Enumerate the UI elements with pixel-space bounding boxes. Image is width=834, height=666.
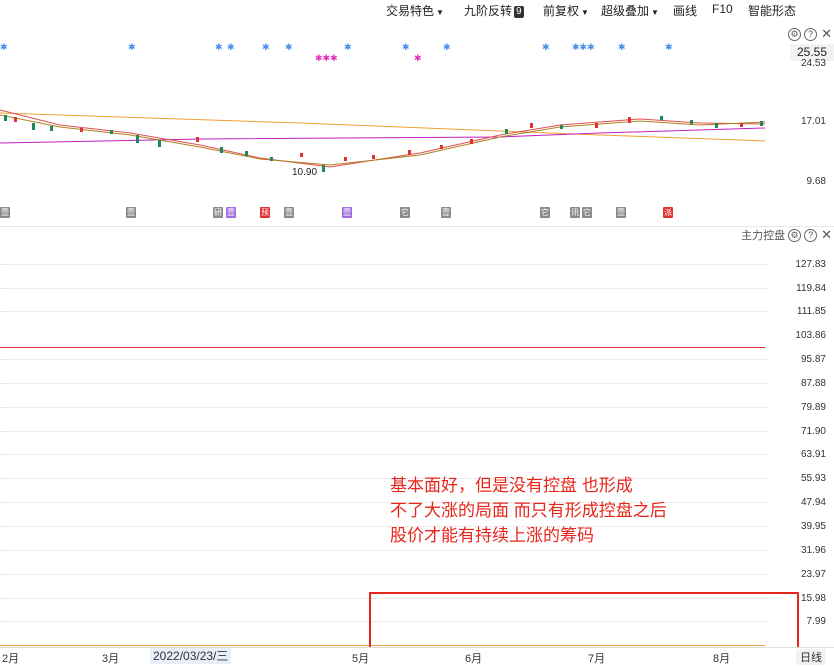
help-icon[interactable]: ? [804, 28, 818, 42]
month-label: 7月 [588, 653, 606, 665]
help-icon[interactable]: ? [804, 229, 818, 243]
event-badge[interactable]: 讯 [570, 207, 580, 218]
indicator-axis-label: 31.96 [800, 545, 826, 556]
star-icon: ✱ [665, 42, 673, 52]
cursor-date: 2022/03/23/三 [150, 648, 232, 664]
event-badge[interactable]: 壹 [284, 207, 294, 218]
star-icon: ✱ [344, 42, 352, 52]
indicator-axis-label: 103.86 [795, 330, 826, 341]
event-badge[interactable]: 它 [582, 207, 592, 218]
star-icon: ✱ [262, 42, 270, 52]
super-overlay-menu[interactable]: 超级叠加 ▼ [601, 2, 659, 19]
star-icon: ✱✱✱ [315, 53, 338, 63]
indicator-axis-label: 119.84 [796, 283, 826, 294]
panel-divider[interactable] [0, 226, 834, 227]
event-badge[interactable]: 壹 [126, 207, 136, 218]
event-badge[interactable]: 研 [213, 207, 223, 218]
ma-orange-line [0, 112, 766, 142]
draw-line-button[interactable]: 画线 [673, 2, 697, 19]
settings-icon[interactable]: ⚙ [788, 229, 802, 243]
nine-step-reversal-button[interactable]: 九阶反转 9 [464, 2, 524, 19]
annotation-line: 股价才能有持续上涨的筹码 [390, 526, 594, 545]
nine-badge: 9 [514, 6, 524, 18]
annotation-line: 基本面好，但是没有控盘 也形成 [390, 476, 633, 495]
price-chart [0, 109, 766, 172]
indicator-axis-label: 71.90 [800, 426, 826, 437]
indicator-panel-header: 主力控盘 ⚙? ✕ [741, 227, 832, 243]
event-badge[interactable]: 壹 [616, 207, 626, 218]
star-icon: ✱ [0, 42, 8, 52]
star-icon: ✱ [618, 42, 626, 52]
month-label: 2月 [2, 653, 20, 665]
event-badge[interactable]: 预 [260, 207, 270, 218]
trading-features-menu[interactable]: 交易特色 ▼ [386, 2, 444, 19]
star-icon: ✱ [128, 42, 136, 52]
chevron-down-icon: ▼ [436, 8, 444, 17]
indicator-axis-label: 95.87 [800, 354, 826, 365]
event-badge[interactable]: 它 [400, 207, 410, 218]
indicator-axis-label: 87.88 [800, 378, 826, 389]
indicator-axis-label: 39.95 [800, 521, 826, 532]
f10-button[interactable]: F10 [712, 2, 733, 16]
chevron-down-icon: ▼ [581, 8, 589, 17]
month-label: 8月 [713, 653, 731, 665]
top-toolbar: 交易特色 ▼ 九阶反转 9 前复权 ▼ 超级叠加 ▼ 画线 F10 智能形态 [0, 0, 834, 20]
indicator-axis-label: 55.93 [800, 473, 826, 484]
price-panel-controls: ⚙? ✕ [785, 26, 832, 42]
month-label: 5月 [352, 653, 370, 665]
indicator-axis-label: 111.85 [796, 306, 826, 317]
price-axis-label: 24.53 [800, 58, 826, 69]
event-badge[interactable]: 它 [540, 207, 550, 218]
month-label: 3月 [102, 653, 120, 665]
star-icon: ✱ [227, 42, 235, 52]
event-badge[interactable]: 壹 [342, 207, 352, 218]
ma-red-line [0, 109, 766, 168]
star-icon: ✱✱✱ [572, 42, 595, 52]
price-axis-label: 9.68 [806, 176, 826, 187]
indicator-title[interactable]: 主力控盘 [741, 230, 785, 242]
event-badge[interactable]: 壹 [226, 207, 236, 218]
ma-purple-line [0, 127, 766, 144]
close-icon[interactable]: ✕ [821, 26, 832, 41]
low-price-label: 10.90 [292, 167, 318, 178]
control-threshold-line [0, 347, 765, 348]
event-badge[interactable]: 壹 [0, 207, 10, 218]
price-axis-label: 17.01 [800, 116, 826, 127]
star-icon: ✱ [414, 53, 422, 63]
event-badge[interactable]: 派 [663, 207, 673, 218]
ma-olive-line [0, 114, 766, 166]
star-icon: ✱ [285, 42, 293, 52]
indicator-axis-label: 127.83 [795, 259, 826, 270]
annotation-text: 基本面好，但是没有控盘 也形成 不了大涨的局面 而只有形成控盘之后 股价才能有持… [390, 473, 667, 548]
event-badge[interactable]: 壹 [441, 207, 451, 218]
annotation-line: 不了大涨的局面 而只有形成控盘之后 [390, 501, 667, 520]
star-icon: ✱ [443, 42, 451, 52]
smart-pattern-button[interactable]: 智能形态 [748, 2, 796, 19]
settings-icon[interactable]: ⚙ [788, 28, 802, 42]
forward-adjust-menu[interactable]: 前复权 ▼ [543, 2, 589, 19]
time-axis: 2月 3月 2022/03/23/三 5月 6月 7月 8月 日线 [0, 647, 834, 665]
star-icon: ✱ [542, 42, 550, 52]
indicator-axis-label: 79.89 [800, 402, 826, 413]
chevron-down-icon: ▼ [651, 8, 659, 17]
close-icon[interactable]: ✕ [821, 227, 832, 242]
star-icon: ✱ [215, 42, 223, 52]
candles [4, 115, 763, 172]
indicator-axis-label: 47.94 [800, 497, 826, 508]
month-label: 6月 [465, 653, 483, 665]
period-selector[interactable]: 日线 [796, 649, 826, 665]
indicator-axis-label: 63.91 [800, 449, 826, 460]
indicator-axis-label: 23.97 [800, 569, 826, 580]
star-icon: ✱ [402, 42, 410, 52]
